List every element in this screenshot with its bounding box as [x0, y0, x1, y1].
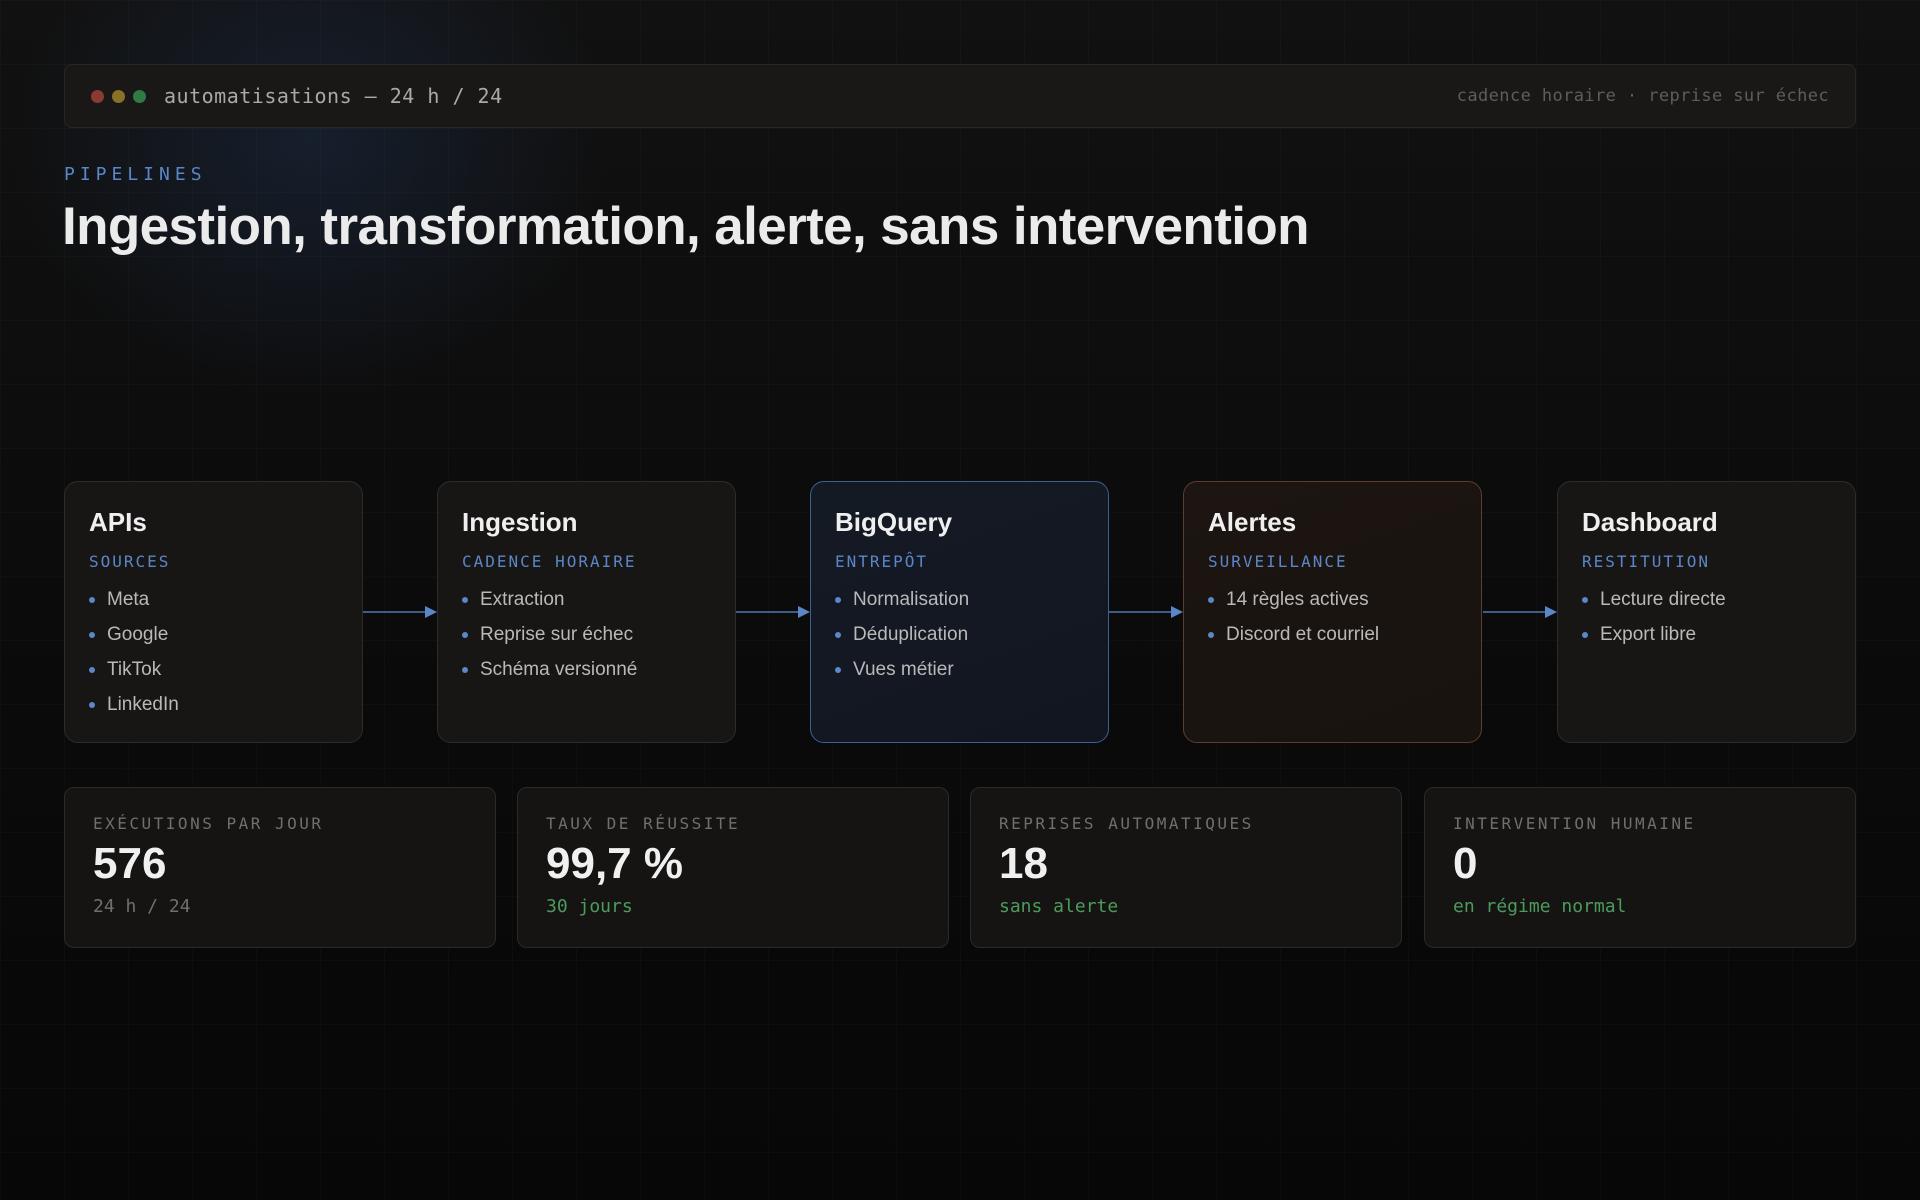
stage-alertes: Alertes SURVEILLANCE 14 règles actives D…	[1183, 481, 1482, 743]
stats-row: EXÉCUTIONS PAR JOUR 576 24 h / 24 TAUX D…	[64, 787, 1856, 948]
stage-item: Google	[89, 617, 338, 652]
stage-title: Dashboard	[1582, 507, 1718, 537]
stage-items: Extraction Reprise sur échec Schéma vers…	[462, 582, 711, 687]
stat-card-human-intervention: INTERVENTION HUMAINE 0 en régime normal	[1424, 787, 1856, 948]
maximize-window-dot-icon[interactable]	[133, 89, 146, 103]
stage-item: LinkedIn	[89, 687, 338, 722]
stage-ingestion: Ingestion CADENCE HORAIRE Extraction Rep…	[437, 481, 736, 743]
window-meta: cadence horaire · reprise sur échec	[1456, 86, 1829, 106]
stage-item: Meta	[89, 582, 338, 617]
stat-value: 18	[999, 839, 1048, 888]
stat-card-success-rate: TAUX DE RÉUSSITE 99,7 % 30 jours	[517, 787, 949, 948]
section-eyebrow: PIPELINES	[64, 164, 207, 185]
stat-label: INTERVENTION HUMAINE	[1453, 814, 1696, 833]
stat-note: 30 jours	[546, 895, 633, 917]
stat-value: 0	[1453, 839, 1478, 888]
stage-dashboard: Dashboard RESTITUTION Lecture directe Ex…	[1557, 481, 1856, 743]
stage-item: Discord et courriel	[1208, 617, 1457, 652]
stage-item: 14 règles actives	[1208, 582, 1457, 617]
window-titlebar: automatisations — 24 h / 24 cadence hora…	[64, 64, 1856, 128]
window-controls	[91, 89, 146, 103]
minimize-window-dot-icon[interactable]	[112, 89, 125, 103]
stage-item: Vues métier	[835, 652, 1084, 687]
page-title: Ingestion, transformation, alerte, sans …	[62, 197, 1310, 256]
stage-subtitle: ENTREPÔT	[835, 551, 929, 571]
stage-items: Meta Google TikTok LinkedIn	[89, 582, 338, 722]
stage-subtitle: SURVEILLANCE	[1208, 551, 1348, 571]
flow-arrow-icon	[1109, 606, 1183, 618]
flow-arrow-icon	[736, 606, 810, 618]
stat-label: EXÉCUTIONS PAR JOUR	[93, 814, 324, 833]
stage-item: Normalisation	[835, 582, 1084, 617]
stage-item: Schéma versionné	[462, 652, 711, 687]
stat-value: 576	[93, 839, 167, 888]
stage-subtitle: CADENCE HORAIRE	[462, 551, 637, 571]
stage-subtitle: SOURCES	[89, 551, 171, 571]
stage-item: TikTok	[89, 652, 338, 687]
stage-title: BigQuery	[835, 507, 953, 537]
stage-item: Extraction	[462, 582, 711, 617]
stat-card-retries: REPRISES AUTOMATIQUES 18 sans alerte	[970, 787, 1402, 948]
stat-value: 99,7 %	[546, 839, 683, 888]
stage-apis: APIs SOURCES Meta Google TikTok LinkedIn	[64, 481, 363, 743]
stat-note: sans alerte	[999, 895, 1119, 917]
stat-label: REPRISES AUTOMATIQUES	[999, 814, 1254, 833]
stage-title: Alertes	[1208, 507, 1297, 537]
stage-subtitle: RESTITUTION	[1582, 551, 1710, 571]
stage-item: Reprise sur échec	[462, 617, 711, 652]
flow-arrow-icon	[1483, 606, 1557, 618]
close-window-dot-icon[interactable]	[91, 89, 104, 103]
stage-item: Déduplication	[835, 617, 1084, 652]
stage-title: APIs	[89, 507, 147, 537]
stat-note: en régime normal	[1453, 895, 1627, 917]
stage-bigquery: BigQuery ENTREPÔT Normalisation Déduplic…	[810, 481, 1109, 743]
stage-items: 14 règles actives Discord et courriel	[1208, 582, 1457, 652]
stat-card-executions: EXÉCUTIONS PAR JOUR 576 24 h / 24	[64, 787, 496, 948]
stat-label: TAUX DE RÉUSSITE	[546, 814, 741, 833]
stage-title: Ingestion	[462, 507, 578, 537]
pipeline-diagram: APIs SOURCES Meta Google TikTok LinkedIn…	[64, 481, 1856, 743]
stage-items: Lecture directe Export libre	[1582, 582, 1831, 652]
stage-item: Export libre	[1582, 617, 1831, 652]
flow-arrow-icon	[363, 606, 437, 618]
window-title: automatisations — 24 h / 24	[164, 84, 503, 108]
stage-items: Normalisation Déduplication Vues métier	[835, 582, 1084, 687]
stage-item: Lecture directe	[1582, 582, 1831, 617]
stat-note: 24 h / 24	[93, 895, 191, 917]
